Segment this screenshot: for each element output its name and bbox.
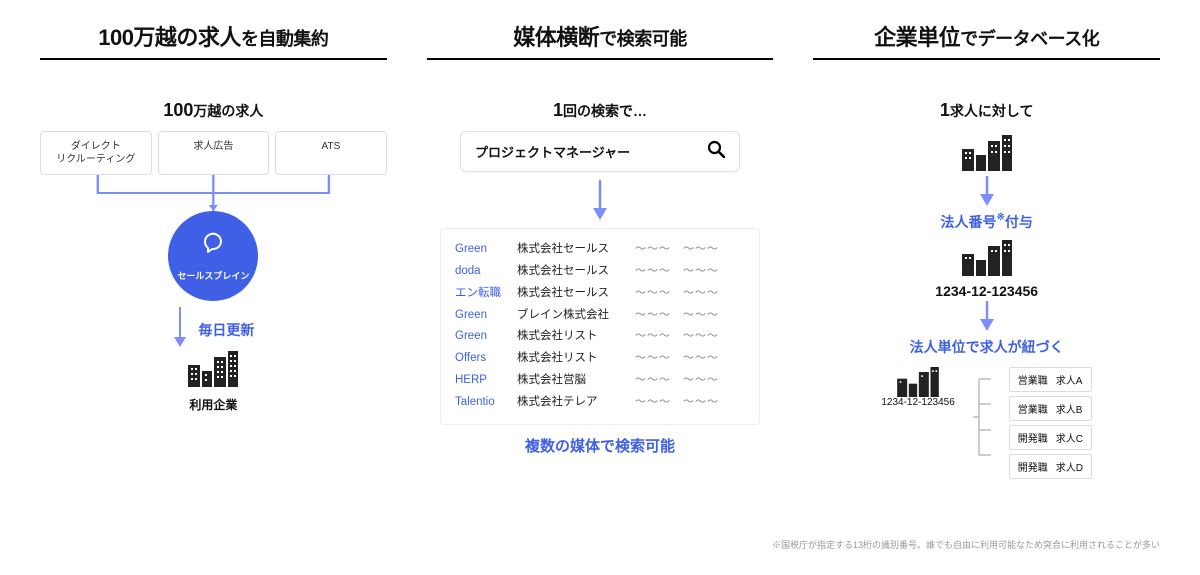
result-row: Green 株式会社セールス ～～～ ～～～	[455, 239, 745, 261]
result-tail: ～～～ ～～～	[635, 392, 745, 414]
result-media: Talentio	[455, 392, 509, 414]
result-row: doda 株式会社セールス ～～～ ～～～	[455, 261, 745, 283]
brain-icon	[198, 230, 228, 267]
salesbrain-logo: セールスブレイン	[168, 211, 258, 301]
job-role: 営業職	[1018, 405, 1048, 416]
footnote-text: ※国税庁が指定する13桁の識別番号。誰でも自由に利用可能なため突合に利用されるこ…	[772, 538, 1160, 551]
job-name: 求人B	[1056, 405, 1083, 416]
arrow-down-icon	[979, 176, 995, 206]
column-company-db: 企業単位でデータベース化 1求人に対して 法人番号※付与 1234-12-123…	[813, 20, 1160, 575]
result-company: 株式会社テレア	[517, 392, 627, 414]
buildings-icon	[960, 240, 1014, 281]
result-tail: ～～～ ～～～	[635, 239, 745, 261]
col1-title: 100万越の求人を自動集約	[40, 20, 387, 60]
column-cross-media: 媒体横断で検索可能 1回の検索で… プロジェクトマネージャー Green 株式会社…	[427, 20, 774, 575]
result-tail: ～～～ ～～～	[635, 326, 745, 348]
result-media: Green	[455, 305, 509, 327]
job-role: 開発職	[1018, 434, 1048, 445]
result-media: doda	[455, 261, 509, 283]
col2-title-bold: 媒体横断	[513, 25, 599, 50]
linking-label: 法人単位で求人が紐づく	[910, 337, 1064, 357]
footnote-marker: ※	[996, 212, 1004, 223]
col1-title-bold: 100万越の求人	[98, 25, 241, 50]
job-name: 求人A	[1056, 376, 1083, 387]
result-company: 株式会社営脳	[517, 370, 627, 392]
source-ats: ATS	[275, 131, 387, 175]
result-row: Green 株式会社リスト ～～～ ～～～	[455, 326, 745, 348]
col3-title: 企業単位でデータベース化	[813, 20, 1160, 60]
job-role: 営業職	[1018, 376, 1048, 387]
job-item: 営業職求人B	[1009, 396, 1092, 421]
result-tail: ～～～ ～～～	[635, 370, 745, 392]
result-row: Offers 株式会社リスト ～～～ ～～～	[455, 348, 745, 370]
col2-title-rest: で検索可能	[599, 29, 687, 49]
col2-caption: 複数の媒体で検索可能	[525, 435, 675, 456]
tree-connector	[973, 367, 991, 467]
result-row: Green ブレイン株式会社 ～～～ ～～～	[455, 305, 745, 327]
result-tail: ～～～ ～～～	[635, 348, 745, 370]
col1-title-rest: を自動集約	[241, 29, 329, 49]
jobs-list: 営業職求人A営業職求人B開発職求人C開発職求人D	[1009, 367, 1092, 483]
result-tail: ～～～ ～～～	[635, 283, 745, 305]
source-direct-recruiting: ダイレクト リクルーティング	[40, 131, 152, 175]
merge-lines	[40, 175, 387, 211]
corporate-number-value: 1234-12-123456	[935, 283, 1038, 299]
result-media: Green	[455, 326, 509, 348]
result-company: 株式会社リスト	[517, 348, 627, 370]
col1-subtitle: 100万越の求人	[163, 100, 263, 121]
result-company: 株式会社セールス	[517, 261, 627, 283]
search-icon	[707, 140, 725, 163]
job-item: 営業職求人A	[1009, 367, 1092, 392]
salesbrain-label: セールスブレイン	[177, 269, 249, 282]
result-media: エン転職	[455, 283, 509, 305]
result-tail: ～～～ ～～～	[635, 261, 745, 283]
company-mini: 1234-12-123456	[881, 367, 954, 408]
company-mini-number: 1234-12-123456	[881, 397, 954, 408]
arrow-down-icon	[592, 180, 608, 220]
col3-title-rest: でデータベース化	[960, 29, 1099, 49]
result-media: Offers	[455, 348, 509, 370]
result-row: エン転職株式会社セールス ～～～ ～～～	[455, 283, 745, 305]
job-name: 求人C	[1056, 434, 1083, 445]
daily-update-label: 毎日更新	[198, 320, 254, 340]
source-boxes: ダイレクト リクルーティング 求人広告 ATS	[40, 131, 387, 175]
result-tail: ～～～ ～～～	[635, 305, 745, 327]
job-item: 開発職求人D	[1009, 454, 1092, 479]
result-media: HERP	[455, 370, 509, 392]
search-results: Green株式会社セールス～～～ ～～～doda株式会社セールス～～～ ～～～エ…	[440, 228, 760, 425]
result-company: ブレイン株式会社	[517, 305, 627, 327]
buildings-icon	[186, 351, 240, 392]
result-company: 株式会社リスト	[517, 326, 627, 348]
search-field[interactable]: プロジェクトマネージャー	[460, 131, 740, 172]
job-role: 開発職	[1018, 463, 1048, 474]
search-term-text: プロジェクトマネージャー	[475, 142, 630, 161]
result-row: Talentio 株式会社テレア ～～～ ～～～	[455, 392, 745, 414]
column-aggregate: 100万越の求人を自動集約 100万越の求人 ダイレクト リクルーティング 求人…	[40, 20, 387, 575]
result-company: 株式会社セールス	[517, 239, 627, 261]
job-item: 開発職求人C	[1009, 425, 1092, 450]
corporate-number-label: 法人番号※付与	[940, 212, 1032, 232]
col3-subtitle: 1求人に対して	[940, 100, 1034, 121]
job-name: 求人D	[1056, 463, 1083, 474]
col2-title: 媒体横断で検索可能	[427, 20, 774, 60]
result-company: 株式会社セールス	[517, 283, 627, 305]
company-jobs-tree: 1234-12-123456 営業職求人A営業職求人B開発職求人C開発職求人D	[881, 367, 1092, 483]
col2-subtitle: 1回の検索で…	[553, 100, 647, 121]
arrow-down-icon	[979, 301, 995, 331]
buildings-icon	[960, 135, 1014, 176]
result-media: Green	[455, 239, 509, 261]
arrow-down-icon	[172, 307, 188, 347]
col1-caption: 利用企業	[189, 396, 237, 413]
col3-title-bold: 企業単位	[874, 25, 960, 50]
source-job-ads: 求人広告	[158, 131, 270, 175]
result-row: HERP 株式会社営脳 ～～～ ～～～	[455, 370, 745, 392]
